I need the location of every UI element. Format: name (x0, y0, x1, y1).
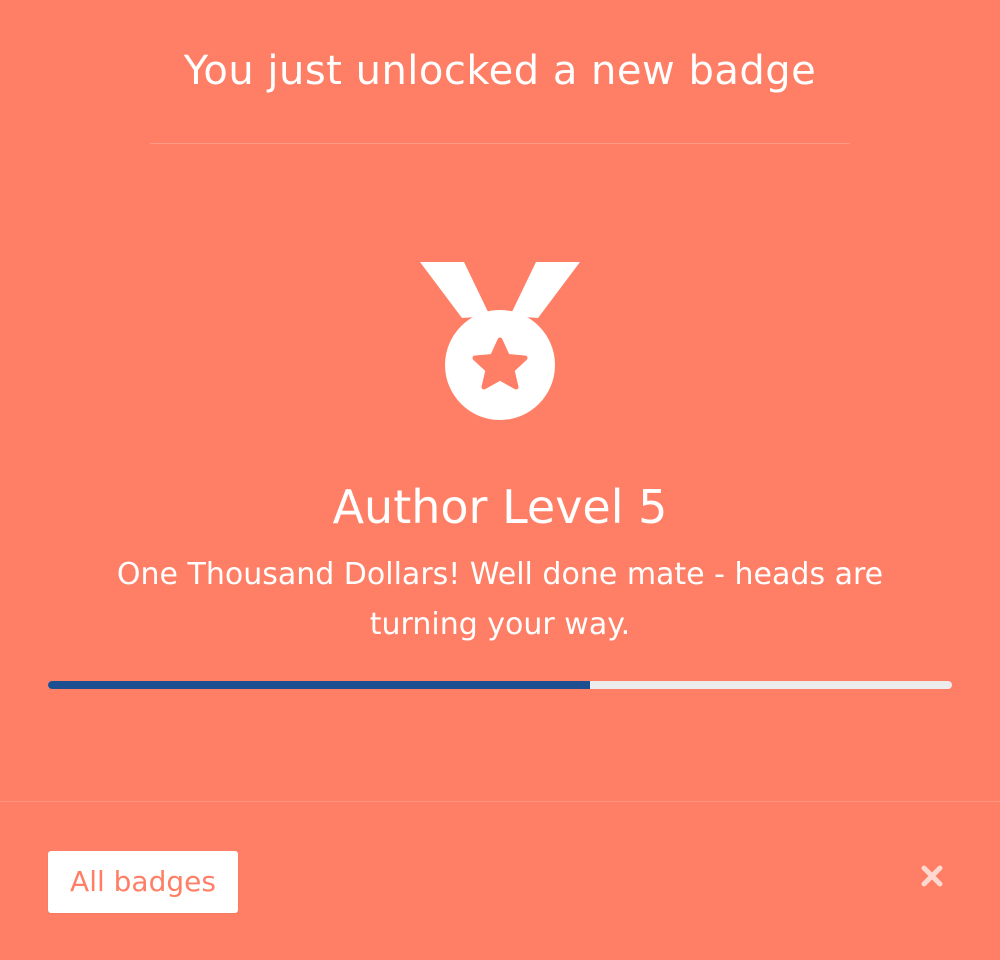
all-badges-button[interactable]: All badges (48, 851, 238, 913)
medal-star-icon (420, 262, 580, 420)
badge-unlocked-modal: You just unlocked a new badge Author Lev… (0, 0, 1000, 960)
modal-title: You just unlocked a new badge (183, 48, 817, 94)
medal-ribbon-right (510, 262, 580, 318)
badge-title: Author Level 5 (332, 480, 668, 534)
badge-progress-fill (48, 681, 591, 689)
badge-description: One Thousand Dollars! Well done mate - h… (116, 557, 884, 642)
header-divider (150, 143, 850, 144)
badge-progress-bar (48, 681, 952, 689)
close-icon (921, 865, 943, 887)
medal-ribbon-left (420, 262, 490, 318)
close-button[interactable] (916, 860, 948, 892)
footer-divider (0, 801, 1000, 802)
